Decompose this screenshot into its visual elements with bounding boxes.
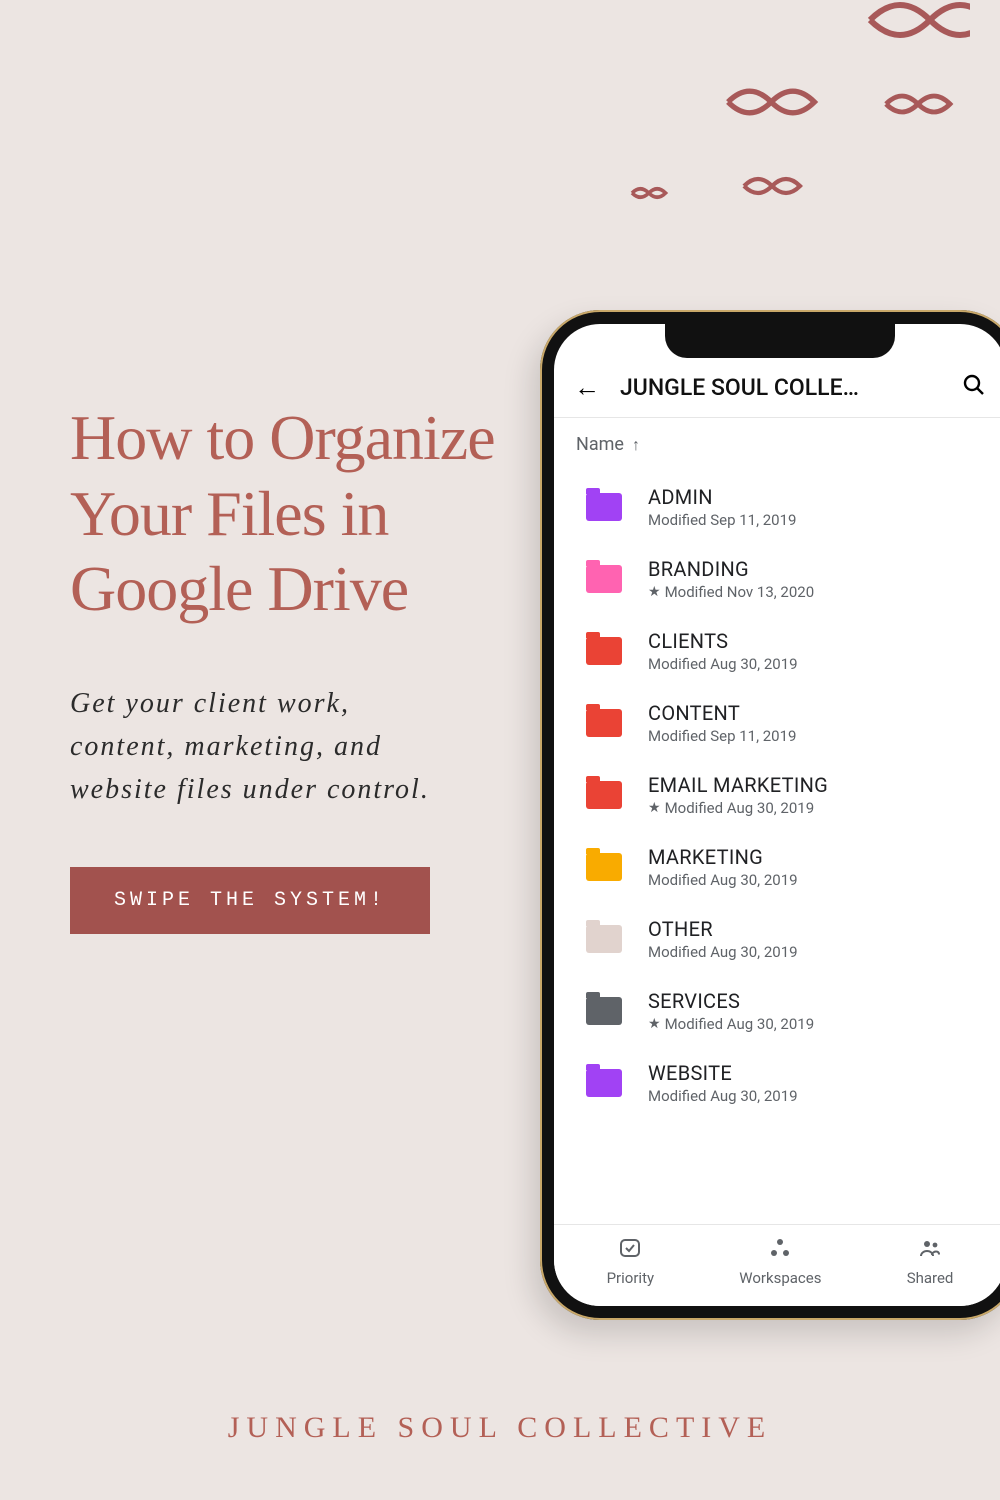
folder-icon (586, 1069, 622, 1097)
nav-label: Shared (907, 1269, 954, 1287)
subheadline: Get your client work, content, marketing… (70, 682, 450, 812)
folder-row[interactable]: WEBSITE Modified Aug 30, 2019 (564, 1047, 1000, 1119)
folder-row[interactable]: CONTENT Modified Sep 11, 2019 (564, 687, 1000, 759)
drive-folder-title: JUNGLE SOUL COLLE… (620, 374, 942, 401)
folder-row[interactable]: BRANDING ★Modified Nov 13, 2020 (564, 543, 1000, 615)
folder-row[interactable]: OTHER Modified Aug 30, 2019 (564, 903, 1000, 975)
check-icon (618, 1236, 642, 1265)
folder-meta: OTHER Modified Aug 30, 2019 (648, 917, 994, 961)
folder-row[interactable]: EMAIL MARKETING ★Modified Aug 30, 2019 (564, 759, 1000, 831)
folder-modified: Modified Aug 30, 2019 (648, 943, 994, 961)
nav-label: Priority (607, 1269, 654, 1287)
folder-modified: Modified Aug 30, 2019 (648, 1087, 994, 1105)
folder-modified: Modified Aug 30, 2019 (648, 871, 994, 889)
sort-direction-icon: ↑ (632, 435, 640, 455)
star-icon: ★ (648, 800, 661, 816)
folder-meta: ADMIN Modified Sep 11, 2019 (648, 485, 994, 529)
folder-modified: Modified Sep 11, 2019 (648, 727, 994, 745)
folder-name: CONTENT (648, 701, 994, 725)
folder-icon (586, 637, 622, 665)
folder-row[interactable]: CLIENTS Modified Aug 30, 2019 (564, 615, 1000, 687)
workspaces-icon (768, 1236, 792, 1265)
folder-row[interactable]: MARKETING Modified Aug 30, 2019 (564, 831, 1000, 903)
shared-icon (918, 1236, 942, 1265)
folder-name: SERVICES (648, 989, 994, 1013)
folder-name: CLIENTS (648, 629, 994, 653)
folder-name: EMAIL MARKETING (648, 773, 994, 797)
folder-modified: ★Modified Aug 30, 2019 (648, 1015, 994, 1033)
nav-shared[interactable]: Shared (907, 1236, 954, 1287)
folder-row[interactable]: SERVICES ★Modified Aug 30, 2019 (564, 975, 1000, 1047)
folder-row[interactable]: ADMIN Modified Sep 11, 2019 (564, 471, 1000, 543)
folder-meta: SERVICES ★Modified Aug 30, 2019 (648, 989, 994, 1033)
folder-icon (586, 853, 622, 881)
folder-meta: EMAIL MARKETING ★Modified Aug 30, 2019 (648, 773, 994, 817)
folder-name: ADMIN (648, 485, 994, 509)
sort-control[interactable]: Name ↑ (554, 418, 1000, 471)
phone-notch (665, 324, 895, 358)
folder-meta: BRANDING ★Modified Nov 13, 2020 (648, 557, 994, 601)
folder-list: ADMINModified Sep 11, 2019BRANDING★Modif… (554, 471, 1000, 1119)
headline: How to Organize Your Files in Google Dri… (70, 400, 500, 627)
phone-mockup: ← JUNGLE SOUL COLLE… Name ↑ ADMIN Modifie… (540, 310, 1000, 1320)
folder-meta: MARKETING Modified Aug 30, 2019 (648, 845, 994, 889)
folder-icon (586, 709, 622, 737)
folder-icon (586, 781, 622, 809)
folder-icon (586, 997, 622, 1025)
folder-name: BRANDING (648, 557, 994, 581)
sort-label: Name (576, 434, 624, 455)
back-icon[interactable]: ← (574, 372, 600, 403)
nav-label: Workspaces (739, 1269, 821, 1287)
brand-footer: JUNGLE SOUL COLLECTIVE (0, 1411, 1000, 1445)
folder-meta: WEBSITE Modified Aug 30, 2019 (648, 1061, 994, 1105)
star-icon: ★ (648, 1016, 661, 1032)
folder-icon (586, 925, 622, 953)
star-icon: ★ (648, 584, 661, 600)
folder-name: WEBSITE (648, 1061, 994, 1085)
folder-modified: Modified Aug 30, 2019 (648, 655, 994, 673)
promo-content: How to Organize Your Files in Google Dri… (70, 400, 500, 934)
folder-modified: ★Modified Nov 13, 2020 (648, 583, 994, 601)
nav-priority[interactable]: Priority (607, 1236, 654, 1287)
folder-icon (586, 493, 622, 521)
nav-workspaces[interactable]: Workspaces (739, 1236, 821, 1287)
folder-name: OTHER (648, 917, 994, 941)
folder-name: MARKETING (648, 845, 994, 869)
folder-modified: ★Modified Aug 30, 2019 (648, 799, 994, 817)
folder-meta: CONTENT Modified Sep 11, 2019 (648, 701, 994, 745)
phone-screen: ← JUNGLE SOUL COLLE… Name ↑ ADMIN Modifie… (554, 324, 1000, 1306)
cta-button[interactable]: swipe the system! (70, 867, 430, 934)
folder-icon (586, 565, 622, 593)
search-icon[interactable] (962, 373, 986, 403)
folder-meta: CLIENTS Modified Aug 30, 2019 (648, 629, 994, 673)
folder-modified: Modified Sep 11, 2019 (648, 511, 994, 529)
bottom-nav: Priority Workspaces Shared (554, 1224, 1000, 1306)
sparkle-decoration (530, 0, 970, 280)
